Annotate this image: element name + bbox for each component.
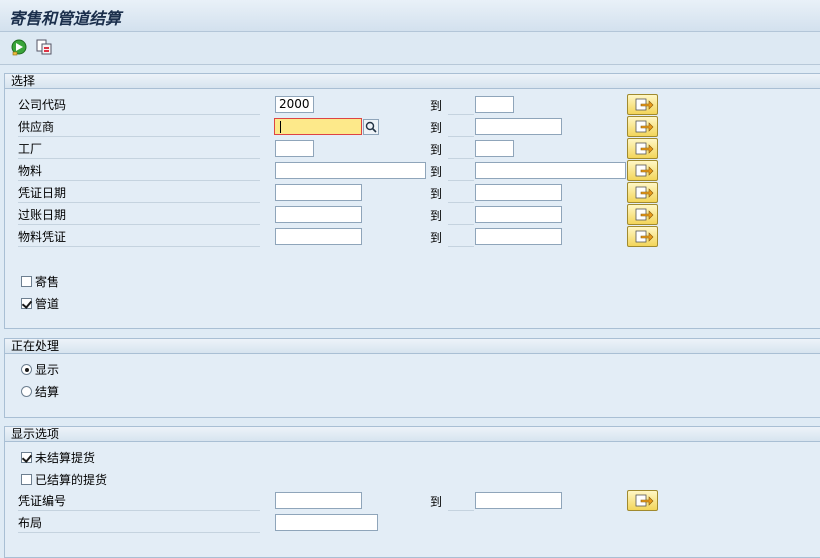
multiple-selection-arrow-icon (635, 142, 654, 155)
multiple-selection-arrow-icon (635, 230, 654, 243)
material-document-to-label: 到 (430, 231, 475, 247)
plant-multiple-selection-button[interactable] (627, 138, 658, 159)
material-document-from-input[interactable] (275, 228, 362, 245)
text-cursor (280, 121, 281, 133)
plant-label: 工厂 (18, 140, 260, 159)
material-multiple-selection-button[interactable] (627, 160, 658, 181)
multiple-selection-arrow-icon (635, 98, 654, 111)
consignment-checkbox[interactable] (21, 276, 32, 287)
plant-to-input[interactable] (475, 140, 514, 157)
material-to-label: 到 (430, 165, 475, 181)
document-date-to-label: 到 (430, 187, 475, 203)
layout-input[interactable] (275, 514, 378, 531)
processing-header: 正在处理 (5, 339, 820, 354)
layout-label: 布局 (18, 514, 260, 533)
multiple-selection-arrow-icon (635, 164, 654, 177)
material-label: 物料 (18, 162, 260, 181)
multiple-selection-arrow-icon (635, 208, 654, 221)
consignment-label: 寄售 (35, 275, 60, 289)
vendor-to-input[interactable] (475, 118, 562, 135)
document-number-to-label: 到 (430, 495, 475, 511)
material-to-input[interactable] (475, 162, 626, 179)
settle-radio[interactable] (21, 386, 32, 397)
vendor-label: 供应商 (18, 118, 260, 137)
display-radio[interactable] (21, 364, 32, 375)
company-code-to-input[interactable] (475, 96, 514, 113)
document-date-label: 凭证日期 (18, 184, 260, 203)
plant-to-label: 到 (430, 143, 475, 159)
pipeline-checkbox[interactable] (21, 298, 32, 309)
multiple-selection-arrow-icon (635, 186, 654, 199)
get-variant-icon[interactable] (35, 38, 53, 56)
search-icon (365, 121, 377, 133)
multiple-selection-arrow-icon (635, 120, 654, 133)
posting-date-from-input[interactable] (275, 206, 362, 223)
document-number-label: 凭证编号 (18, 492, 260, 511)
page-title: 寄售和管道结算 (9, 9, 122, 28)
material-document-multiple-selection-button[interactable] (627, 226, 658, 247)
vendor-from-input[interactable] (274, 118, 362, 135)
vendor-search-help-button[interactable] (363, 119, 379, 135)
vendor-multiple-selection-button[interactable] (627, 116, 658, 137)
processing-group: 正在处理 (4, 338, 820, 418)
company-code-from-input[interactable]: 2000 (275, 96, 314, 113)
selection-header: 选择 (5, 74, 820, 89)
settled-goods-receipt-label: 已结算的提货 (35, 473, 108, 487)
execute-icon[interactable] (10, 38, 28, 56)
plant-from-input[interactable] (275, 140, 314, 157)
posting-date-label: 过账日期 (18, 206, 260, 225)
posting-date-multiple-selection-button[interactable] (627, 204, 658, 225)
document-number-to-input[interactable] (475, 492, 562, 509)
unsettled-goods-receipt-label: 未结算提货 (35, 451, 96, 465)
application-toolbar (0, 32, 820, 65)
multiple-selection-arrow-icon (635, 494, 654, 507)
display-options-header: 显示选项 (5, 427, 820, 442)
unsettled-goods-receipt-checkbox[interactable] (21, 452, 32, 463)
settled-goods-receipt-checkbox[interactable] (21, 474, 32, 485)
vendor-to-label: 到 (430, 121, 475, 137)
posting-date-to-input[interactable] (475, 206, 562, 223)
document-number-from-input[interactable] (275, 492, 362, 509)
settle-label: 结算 (35, 385, 60, 399)
material-document-label: 物料凭证 (18, 228, 260, 247)
material-from-input[interactable] (275, 162, 426, 179)
company-code-to-label: 到 (430, 99, 475, 115)
document-date-to-input[interactable] (475, 184, 562, 201)
company-code-label: 公司代码 (18, 96, 260, 115)
material-document-to-input[interactable] (475, 228, 562, 245)
document-date-multiple-selection-button[interactable] (627, 182, 658, 203)
pipeline-label: 管道 (35, 297, 60, 311)
posting-date-to-label: 到 (430, 209, 475, 225)
title-bar: 寄售和管道结算 (0, 0, 820, 32)
company-code-multiple-selection-button[interactable] (627, 94, 658, 115)
document-number-multiple-selection-button[interactable] (627, 490, 658, 511)
display-label: 显示 (35, 363, 60, 377)
document-date-from-input[interactable] (275, 184, 362, 201)
